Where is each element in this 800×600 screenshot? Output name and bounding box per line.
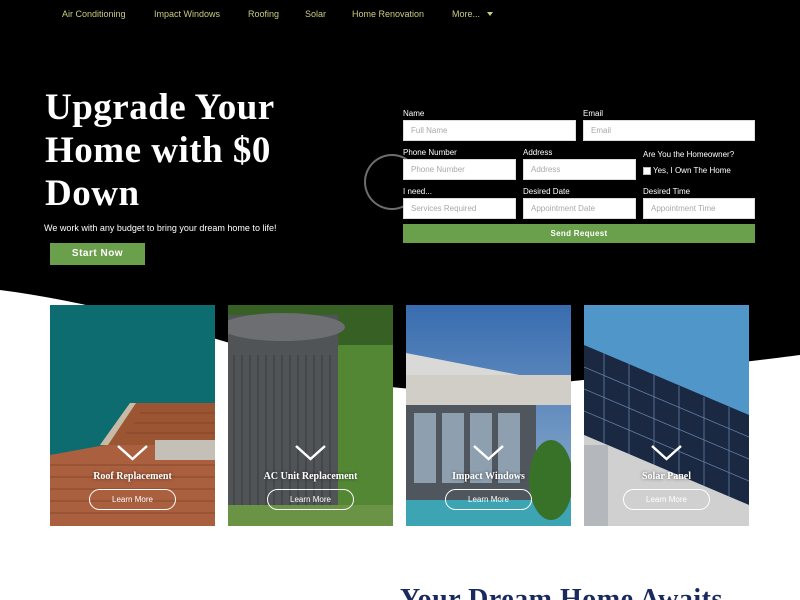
hero-headline: Upgrade Your Home with $0 Down: [45, 87, 275, 214]
chevron-down-icon: [651, 445, 682, 461]
card-title: Roof Replacement: [93, 471, 172, 482]
nav-more-label: More...: [452, 9, 481, 19]
phone-label: Phone Number: [403, 148, 457, 157]
card-title: Solar Panel: [642, 471, 691, 482]
learn-more-button[interactable]: Learn More: [89, 489, 176, 510]
date-label: Desired Date: [523, 187, 570, 196]
email-field[interactable]: [583, 120, 755, 141]
service-card-ac[interactable]: AC Unit Replacement Learn More: [228, 305, 393, 526]
section-heading: Your Dream Home Awaits: [400, 584, 723, 600]
chevron-down-icon: [487, 12, 494, 16]
service-card-windows[interactable]: Impact Windows Learn More: [406, 305, 571, 526]
services-field[interactable]: [403, 198, 516, 219]
phone-field[interactable]: [403, 159, 516, 180]
time-field[interactable]: [643, 198, 755, 219]
hero-subline: We work with any budget to bring your dr…: [44, 223, 277, 233]
nav-solar[interactable]: Solar: [305, 9, 326, 19]
top-navigation: Air Conditioning Impact Windows Roofing …: [0, 9, 800, 23]
chevron-down-icon: [295, 445, 326, 461]
learn-more-button[interactable]: Learn More: [267, 489, 354, 510]
card-title: AC Unit Replacement: [263, 471, 358, 482]
card-title: Impact Windows: [452, 471, 525, 482]
homeowner-checkbox[interactable]: [643, 167, 651, 175]
name-field[interactable]: [403, 120, 576, 141]
send-request-button[interactable]: Send Request: [403, 224, 755, 243]
address-field[interactable]: [523, 159, 636, 180]
nav-roofing[interactable]: Roofing: [248, 9, 279, 19]
name-label: Name: [403, 109, 425, 118]
learn-more-button[interactable]: Learn More: [445, 489, 532, 510]
chevron-down-icon: [117, 445, 148, 461]
homeowner-option-label: Yes, I Own The Home: [653, 166, 731, 175]
learn-more-button[interactable]: Learn More: [623, 489, 710, 510]
date-field[interactable]: [523, 198, 636, 219]
need-label: I need...: [403, 187, 432, 196]
service-card-roof[interactable]: Roof Replacement Learn More: [50, 305, 215, 526]
time-label: Desired Time: [643, 187, 691, 196]
address-label: Address: [523, 148, 553, 157]
nav-home-renovation[interactable]: Home Renovation: [352, 9, 424, 19]
nav-impact-windows[interactable]: Impact Windows: [154, 9, 220, 19]
homeowner-label: Are You the Homeowner?: [643, 150, 735, 159]
email-label: Email: [583, 109, 604, 118]
chevron-down-icon: [473, 445, 504, 461]
nav-air-conditioning[interactable]: Air Conditioning: [62, 9, 126, 19]
start-now-button[interactable]: Start Now: [50, 243, 145, 265]
service-card-solar[interactable]: Solar Panel Learn More: [584, 305, 749, 526]
nav-more-dropdown[interactable]: More...: [452, 9, 494, 19]
